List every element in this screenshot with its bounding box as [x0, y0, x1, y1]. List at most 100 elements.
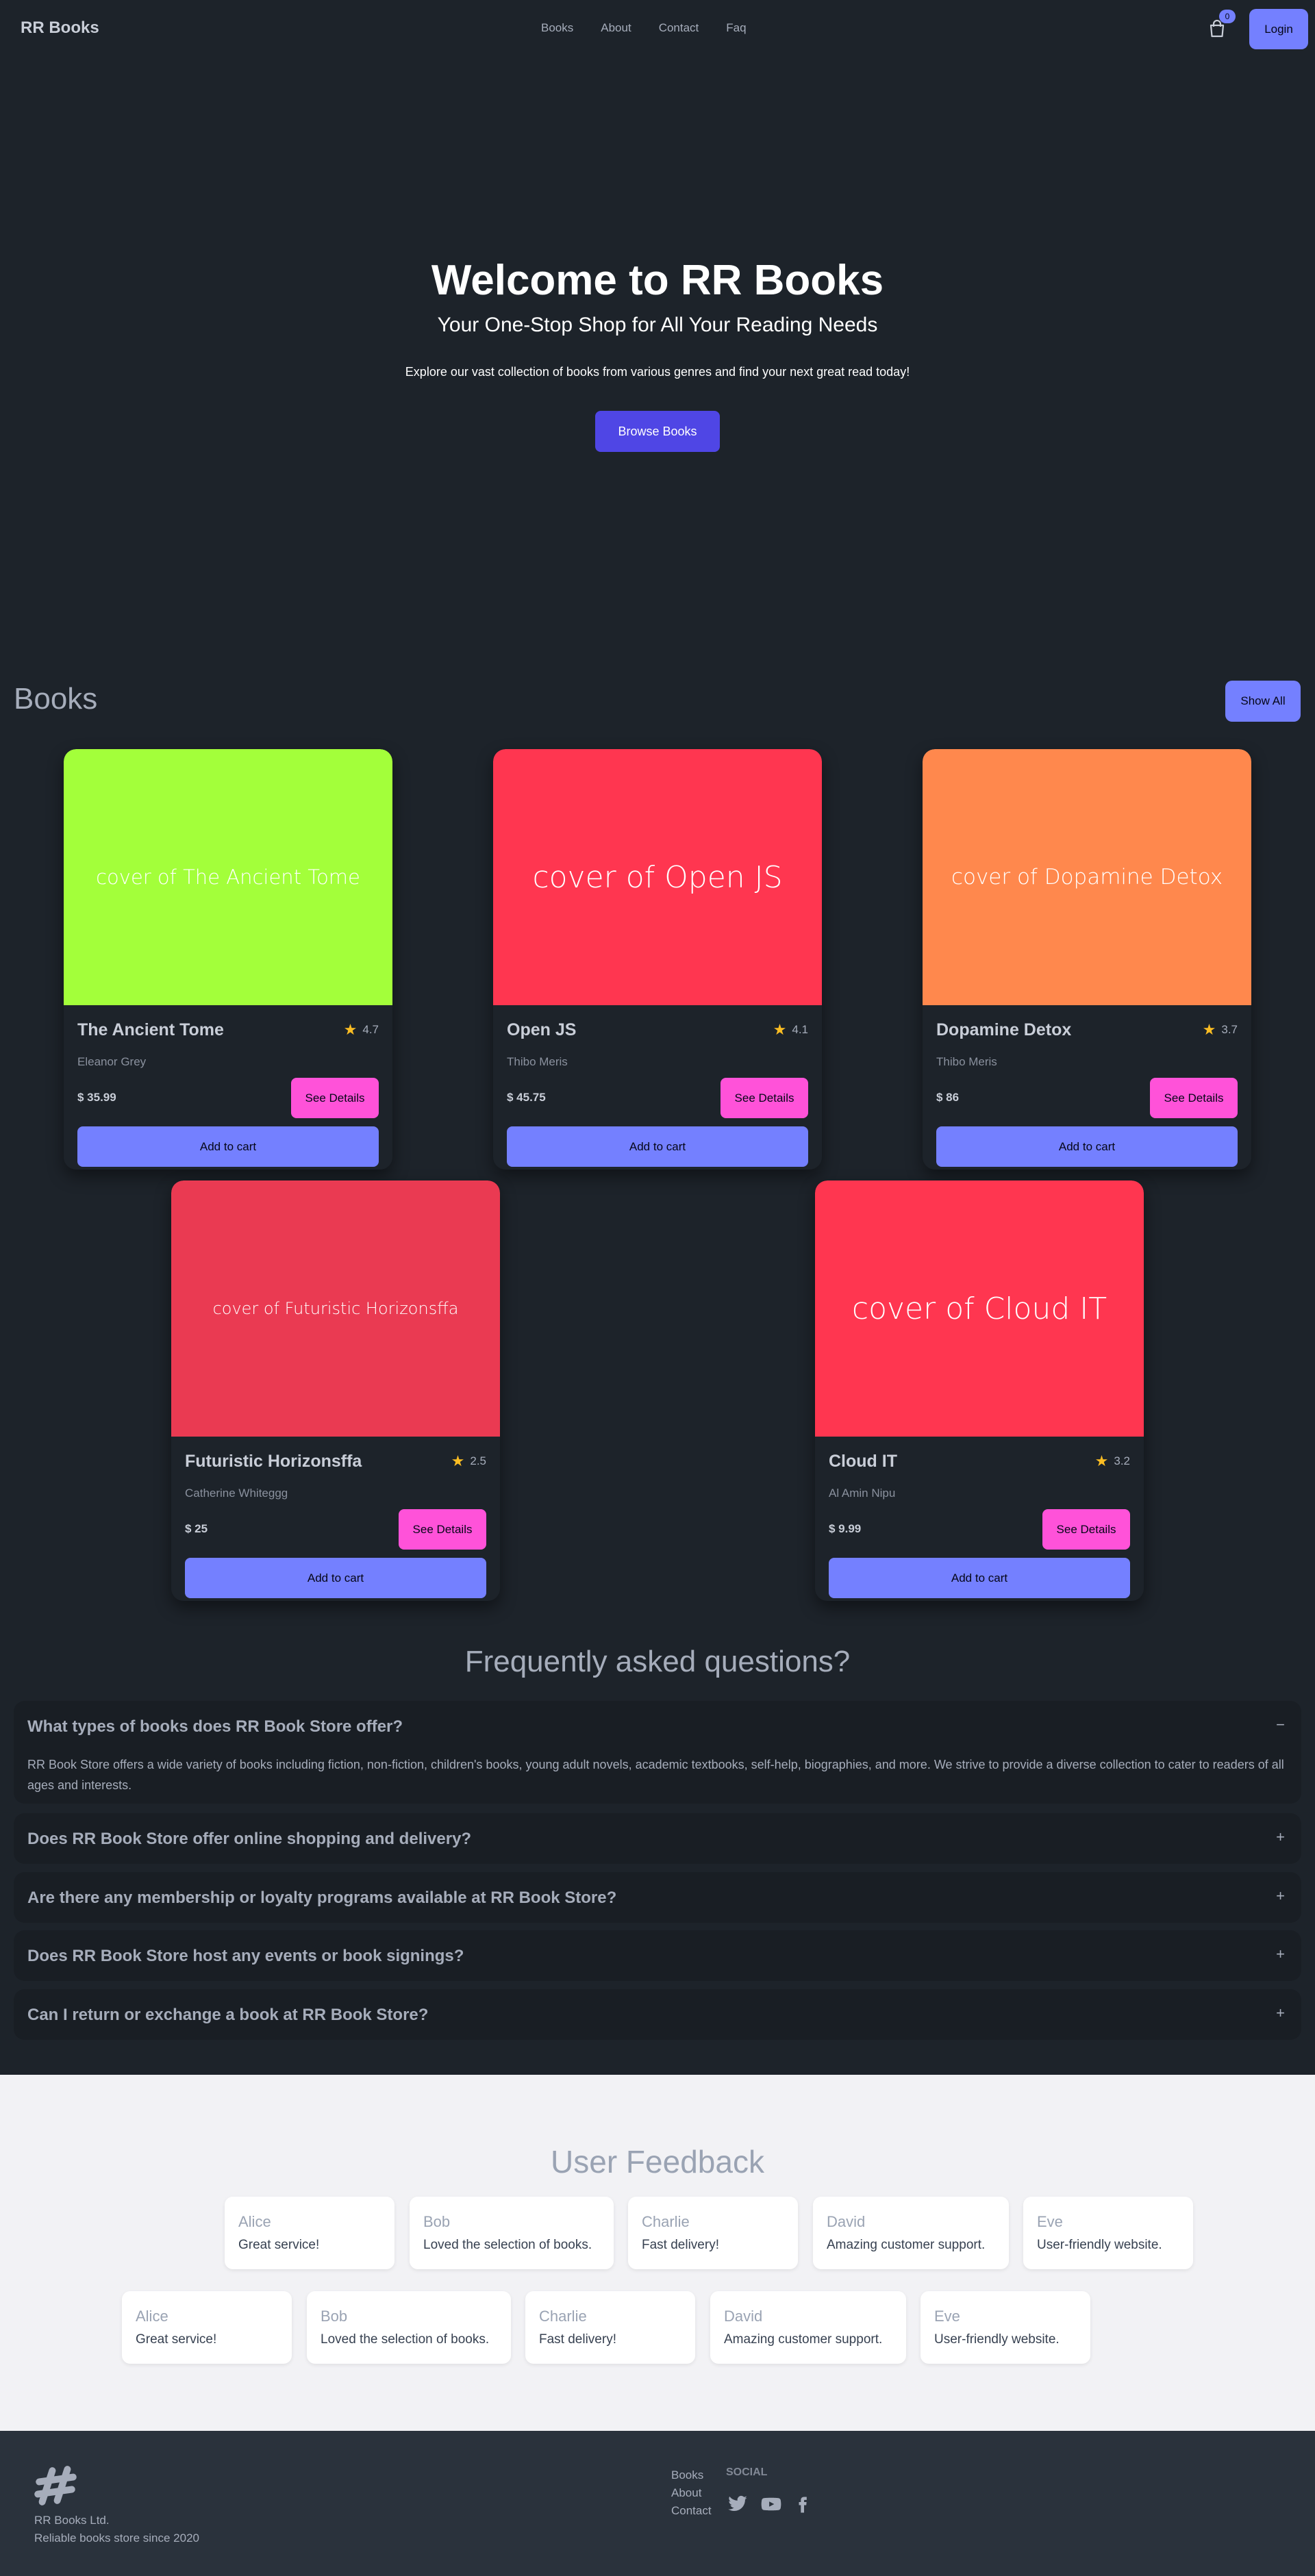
book-card: cover of Open JS Open JS ★ 4.1 Thibo Meri… — [493, 749, 822, 1170]
company-tagline: Reliable books store since 2020 — [34, 2531, 199, 2545]
expand-icon[interactable]: + — [1276, 2004, 1285, 2022]
browse-books-button[interactable]: Browse Books — [595, 411, 720, 452]
rating-value: 3.7 — [1221, 1023, 1238, 1036]
faq-item[interactable]: Does RR Book Store host any events or bo… — [14, 1930, 1301, 1981]
book-price: $ 35.99 — [77, 1091, 116, 1104]
see-details-button[interactable]: See Details — [291, 1078, 379, 1118]
book-cover[interactable]: cover of Open JS — [493, 749, 822, 1005]
book-title: Futuristic Horizonsffa — [185, 1452, 362, 1471]
see-details-button[interactable]: See Details — [1042, 1509, 1130, 1550]
expand-icon[interactable]: + — [1276, 1828, 1285, 1846]
feedback-card: David Amazing customer support. — [710, 2291, 906, 2364]
feedback-text: Loved the selection of books. — [423, 2238, 592, 2252]
book-title: The Ancient Tome — [77, 1020, 224, 1039]
feedback-name: Alice — [238, 2213, 271, 2230]
faq-item[interactable]: What types of books does RR Book Store o… — [14, 1701, 1301, 1804]
add-to-cart-button[interactable]: Add to cart — [185, 1558, 486, 1598]
book-price: $ 25 — [185, 1522, 208, 1535]
nav-link-faq[interactable]: Faq — [726, 21, 746, 35]
add-to-cart-button[interactable]: Add to cart — [829, 1558, 1130, 1598]
faq-question[interactable]: What types of books does RR Book Store o… — [27, 1717, 403, 1737]
faq-question[interactable]: Does RR Book Store host any events or bo… — [27, 1947, 464, 1966]
book-rating: ★ 3.7 — [1203, 1022, 1238, 1037]
feedback-name: Alice — [136, 2308, 168, 2325]
book-cover-text: cover of The Ancient Tome — [96, 866, 360, 889]
rating-value: 3.2 — [1114, 1454, 1130, 1467]
social-title: SOCIAL — [726, 2466, 768, 2478]
book-cover[interactable]: cover of Dopamine Detox — [923, 749, 1251, 1005]
book-price: $ 86 — [936, 1091, 960, 1104]
book-card: cover of Cloud IT Cloud IT ★ 3.2 Al Amin … — [815, 1180, 1144, 1601]
cart-count-badge: 0 — [1219, 10, 1236, 23]
book-price: $ 9.99 — [829, 1522, 862, 1535]
feedback-name: Charlie — [539, 2308, 587, 2325]
rating-value: 4.1 — [792, 1023, 808, 1036]
add-to-cart-button[interactable]: Add to cart — [77, 1126, 379, 1167]
book-price: $ 45.75 — [507, 1091, 546, 1104]
navbar: RR Books Books About Contact Faq 0 Login — [0, 0, 1315, 59]
nav-link-books[interactable]: Books — [541, 21, 573, 35]
book-cover[interactable]: cover of The Ancient Tome — [64, 749, 392, 1005]
faq-question[interactable]: Does RR Book Store offer online shopping… — [27, 1830, 471, 1849]
feedback-text: User-friendly website. — [1037, 2238, 1162, 2252]
nav-link-about[interactable]: About — [601, 21, 631, 35]
rating-value: 2.5 — [470, 1454, 486, 1467]
book-rating: ★ 4.1 — [773, 1021, 808, 1038]
feedback-section: User Feedback Alice Great service! Bob L… — [0, 2075, 1315, 2431]
nav-link-contact[interactable]: Contact — [659, 21, 699, 35]
feedback-name: Eve — [1037, 2213, 1063, 2230]
facebook-icon[interactable] — [794, 2494, 811, 2516]
faq-answer: RR Book Store offers a wide variety of b… — [27, 1758, 1284, 1792]
footer-link-contact[interactable]: Contact — [671, 2502, 712, 2520]
faq-item[interactable]: Can I return or exchange a book at RR Bo… — [14, 1989, 1301, 2040]
feedback-card: Charlie Fast delivery! — [525, 2291, 695, 2364]
book-author: Thibo Meris — [936, 1055, 997, 1068]
footer-company: RR Books Ltd. Reliable books store since… — [34, 2512, 199, 2547]
star-icon: ★ — [343, 1021, 358, 1038]
company-name: RR Books Ltd. — [34, 2514, 110, 2527]
book-cover[interactable]: cover of Futuristic Horizonsffa — [171, 1180, 500, 1437]
collapse-icon[interactable]: − — [1276, 1716, 1285, 1734]
hero-description: Explore our vast collection of books fro… — [405, 365, 910, 379]
star-icon: ★ — [1094, 1452, 1109, 1469]
footer-link-books[interactable]: Books — [671, 2466, 712, 2484]
footer-link-about[interactable]: About — [671, 2484, 712, 2502]
expand-icon[interactable]: + — [1276, 1887, 1285, 1905]
feedback-card: Bob Loved the selection of books. — [410, 2197, 614, 2269]
faq-item[interactable]: Are there any membership or loyalty prog… — [14, 1872, 1301, 1923]
see-details-button[interactable]: See Details — [1150, 1078, 1238, 1118]
add-to-cart-button[interactable]: Add to cart — [936, 1126, 1238, 1167]
show-all-button[interactable]: Show All — [1225, 681, 1301, 722]
book-rating: ★ 4.7 — [343, 1021, 379, 1038]
see-details-button[interactable]: See Details — [399, 1509, 486, 1550]
feedback-name: Bob — [321, 2308, 348, 2325]
faq-question[interactable]: Are there any membership or loyalty prog… — [27, 1889, 616, 1908]
faq-item[interactable]: Does RR Book Store offer online shopping… — [14, 1813, 1301, 1864]
rating-value: 4.7 — [362, 1023, 379, 1036]
twitter-icon[interactable] — [726, 2494, 749, 2514]
feedback-text: Amazing customer support. — [724, 2332, 883, 2347]
add-to-cart-button[interactable]: Add to cart — [507, 1126, 808, 1167]
expand-icon[interactable]: + — [1276, 1945, 1285, 1963]
book-cover-text: cover of Cloud IT — [851, 1291, 1107, 1326]
feedback-name: David — [827, 2213, 866, 2230]
brand-logo[interactable]: RR Books — [21, 18, 99, 38]
login-button[interactable]: Login — [1249, 9, 1308, 49]
feedback-text: Fast delivery! — [539, 2332, 616, 2347]
book-author: Catherine Whiteggg — [185, 1487, 288, 1500]
faq-question[interactable]: Can I return or exchange a book at RR Bo… — [27, 2006, 428, 2025]
feedback-text: User-friendly website. — [934, 2332, 1060, 2347]
feedback-heading: User Feedback — [551, 2144, 764, 2180]
book-title: Dopamine Detox — [936, 1020, 1072, 1039]
book-cover-text: cover of Open JS — [532, 859, 783, 895]
book-cover-text: cover of Dopamine Detox — [951, 865, 1223, 889]
see-details-button[interactable]: See Details — [721, 1078, 808, 1118]
star-icon: ★ — [773, 1021, 787, 1038]
youtube-icon[interactable] — [759, 2494, 784, 2514]
feedback-card: Eve User-friendly website. — [920, 2291, 1090, 2364]
book-cover-text: cover of Futuristic Horizonsffa — [212, 1299, 459, 1318]
book-cover[interactable]: cover of Cloud IT — [815, 1180, 1144, 1437]
feedback-name: Charlie — [642, 2213, 690, 2230]
book-card: cover of Dopamine Detox Dopamine Detox ★… — [923, 749, 1251, 1170]
feedback-text: Fast delivery! — [642, 2238, 719, 2252]
